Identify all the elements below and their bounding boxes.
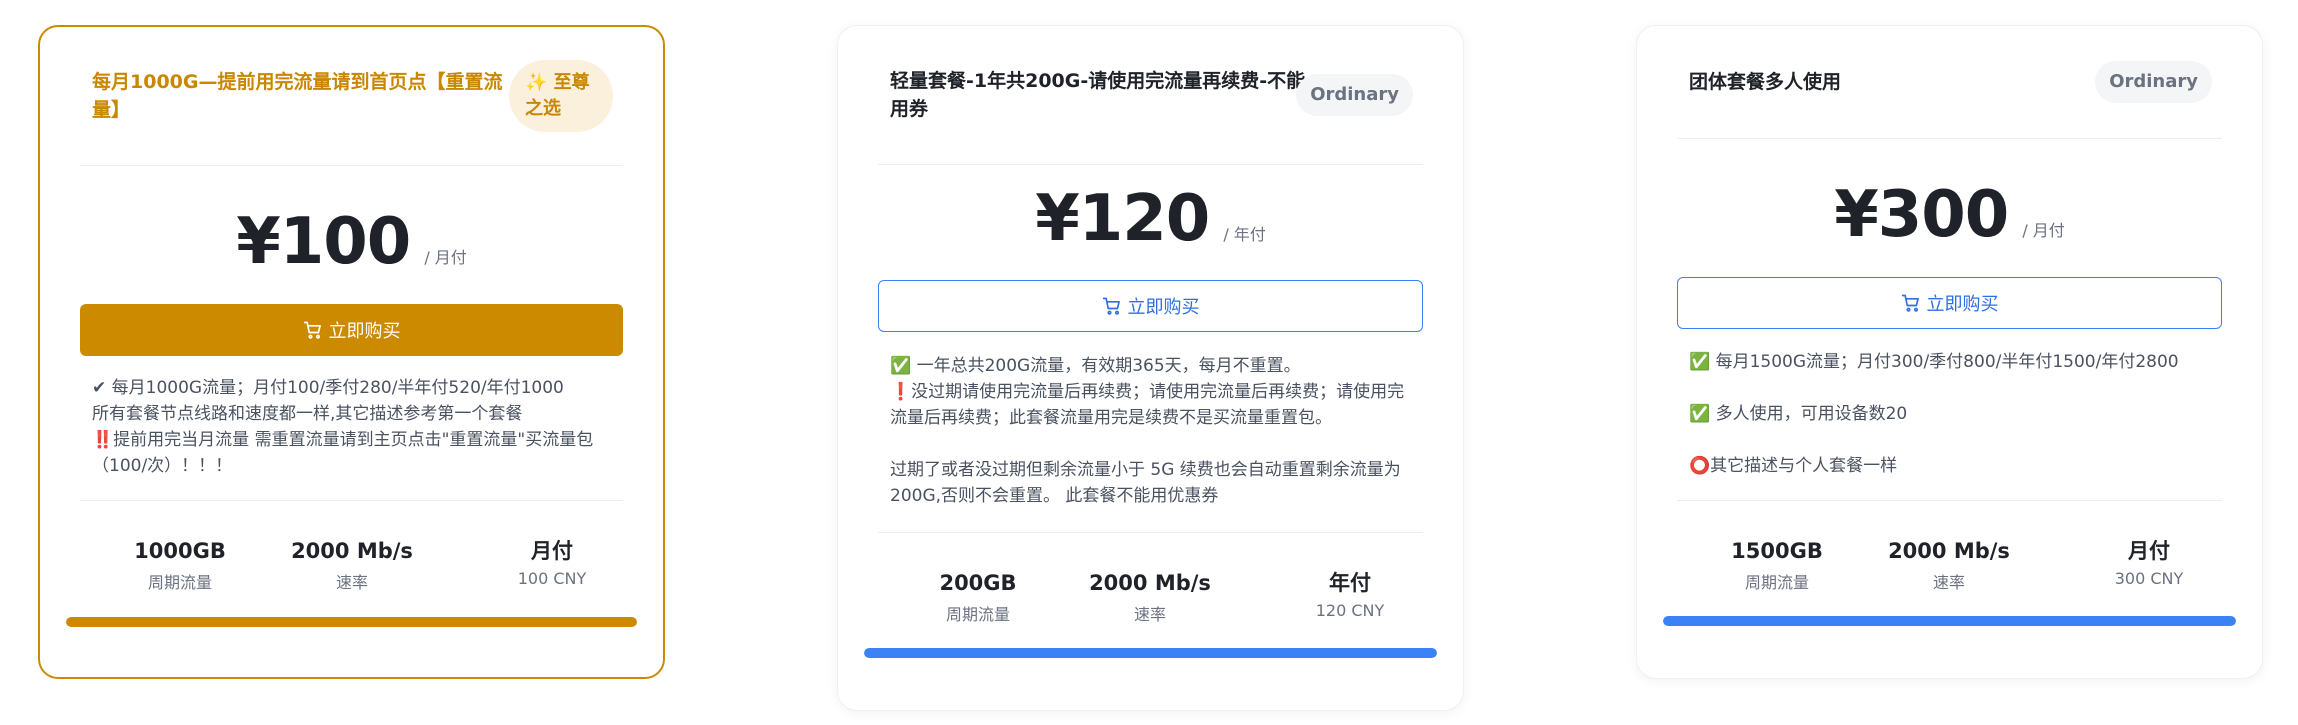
desc-line: ⭕其它描述与个人套餐一样 (1689, 456, 1898, 476)
stat-period: 月付 100 CNY (452, 537, 652, 588)
plan-progress-bar (864, 648, 1437, 658)
plan-stats: 1000GB 周期流量 2000 Mb/s 速率 月付 100 CNY (80, 500, 623, 601)
cart-icon (303, 321, 321, 339)
price-amount: ¥120 (1035, 182, 1210, 256)
price-period: / 月付 (2022, 221, 2065, 240)
desc-line: ✔ 每月1000G流量；月付100/季付280/半年付520/年付1000 (92, 378, 564, 398)
price-amount: ¥300 (1834, 178, 2009, 252)
price-period: / 年付 (1223, 225, 1266, 244)
stat-label: 周期流量 (1744, 573, 1809, 592)
plan-card-light-yearly-200g: 轻量套餐-1年共200G-请使用完流量再续费-不能用券 Ordinary ¥12… (837, 25, 1464, 711)
stat-speed: 2000 Mb/s 速率 (1849, 537, 2049, 593)
price-amount: ¥100 (236, 205, 411, 279)
buy-now-label: 立即购买 (328, 321, 401, 342)
desc-line: ✅ 每月1500G流量；月付300/季付800/半年付1500/年付2800 (1689, 352, 2179, 372)
stat-label: 速率 (335, 573, 368, 592)
stat-period: 年付 120 CNY (1250, 569, 1450, 620)
ordinary-badge: Ordinary (2095, 61, 2212, 103)
buy-now-button[interactable]: 立即购买 (80, 304, 623, 356)
stat-value: 月付 (2128, 539, 2170, 563)
stat-label: 300 CNY (2114, 569, 2184, 588)
stat-value: 年付 (1329, 571, 1371, 595)
stat-traffic: 1500GB 周期流量 (1677, 537, 1877, 593)
stat-value: 1000GB (134, 539, 226, 563)
desc-spacer (890, 431, 1415, 457)
stat-value: 1500GB (1731, 539, 1823, 563)
stat-value: 2000 Mb/s (291, 539, 413, 563)
stat-label: 速率 (1932, 573, 1965, 592)
plan-price: ¥300 / 月付 (1637, 178, 2262, 252)
progress-fill (66, 617, 637, 627)
desc-line: ✅ 一年总共200G流量，有效期365天，每月不重置。 (890, 356, 1301, 376)
premium-badge: ✨ 至尊之选 (509, 60, 613, 132)
ordinary-badge: Ordinary (1296, 74, 1413, 116)
desc-line: ❗没过期请使用完流量后再续费；请使用完流量后再续费；请使用完流量后再续费；此套餐… (890, 382, 1405, 428)
progress-fill (864, 648, 1437, 658)
progress-fill (1663, 616, 2236, 626)
stat-value: 2000 Mb/s (1089, 571, 1211, 595)
plan-header: 轻量套餐-1年共200G-请使用完流量再续费-不能用券 Ordinary (878, 26, 1423, 165)
plan-title: 轻量套餐-1年共200G-请使用完流量再续费-不能用券 (890, 70, 1306, 120)
plan-header: 团体套餐多人使用 Ordinary (1677, 26, 2222, 139)
buy-now-button[interactable]: 立即购买 (1677, 277, 2222, 329)
stat-traffic: 200GB 周期流量 (878, 569, 1078, 625)
desc-line: ✅ 多人使用，可用设备数20 (1689, 404, 1908, 424)
desc-line: 过期了或者没过期但剩余流量小于 5G 续费也会自动重置剩余流量为200G,否则不… (890, 460, 1401, 506)
plan-stats: 200GB 周期流量 2000 Mb/s 速率 年付 120 CNY (878, 532, 1423, 633)
stat-speed: 2000 Mb/s 速率 (1050, 569, 1250, 625)
plan-card-group-multiuser: 团体套餐多人使用 Ordinary ¥300 / 月付 立即购买 ✅ 每月1500… (1636, 25, 2263, 679)
plan-title: 每月1000G—提前用完流量请到首页点【重置流量】 (92, 71, 503, 121)
stat-label: 周期流量 (945, 605, 1010, 624)
plan-header: 每月1000G—提前用完流量请到首页点【重置流量】 ✨ 至尊之选 (80, 27, 623, 166)
stat-traffic: 1000GB 周期流量 (80, 537, 280, 593)
stat-period: 月付 300 CNY (2049, 537, 2249, 588)
plan-card-monthly-1000g: 每月1000G—提前用完流量请到首页点【重置流量】 ✨ 至尊之选 ¥100 / 月… (38, 25, 665, 679)
buy-now-label: 立即购买 (1127, 297, 1200, 318)
stat-label: 速率 (1133, 605, 1166, 624)
plan-price: ¥120 / 年付 (838, 182, 1463, 256)
plan-progress-bar (66, 617, 637, 627)
plan-description: ✅ 一年总共200G流量，有效期365天，每月不重置。 ❗没过期请使用完流量后再… (890, 353, 1415, 509)
desc-line: ‼️提前用完当月流量 需重置流量请到主页点击"重置流量"买流量包（100/次）！… (92, 430, 594, 476)
buy-now-label: 立即购买 (1926, 294, 1999, 315)
plan-title: 团体套餐多人使用 (1689, 71, 1842, 93)
stat-value: 月付 (531, 539, 573, 563)
plan-description: ✅ 每月1500G流量；月付300/季付800/半年付1500/年付2800 ✅… (1689, 349, 2214, 505)
buy-now-button[interactable]: 立即购买 (878, 280, 1423, 332)
cart-icon (1901, 294, 1919, 312)
price-period: / 月付 (424, 248, 467, 267)
stat-label: 120 CNY (1315, 601, 1385, 620)
stat-value: 200GB (939, 571, 1017, 595)
stat-value: 2000 Mb/s (1888, 539, 2010, 563)
stat-speed: 2000 Mb/s 速率 (252, 537, 452, 593)
plan-progress-bar (1663, 616, 2236, 626)
plan-description: ✔ 每月1000G流量；月付100/季付280/半年付520/年付1000 所有… (92, 375, 615, 479)
plan-stats: 1500GB 周期流量 2000 Mb/s 速率 月付 300 CNY (1677, 500, 2222, 601)
cart-icon (1102, 297, 1120, 315)
stat-label: 100 CNY (517, 569, 587, 588)
stat-label: 周期流量 (147, 573, 212, 592)
plan-price: ¥100 / 月付 (40, 205, 663, 279)
desc-line: 所有套餐节点线路和速度都一样,其它描述参考第一个套餐 (92, 404, 523, 424)
